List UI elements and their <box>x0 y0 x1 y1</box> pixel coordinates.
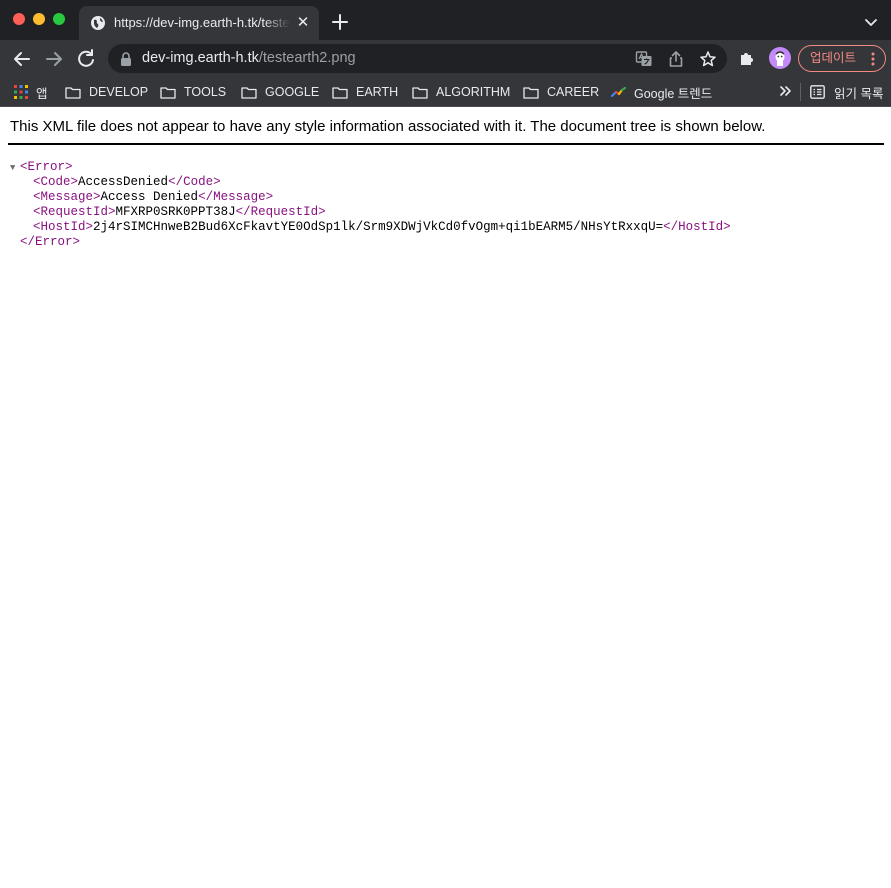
tab-close-icon[interactable]: ✕ <box>294 14 312 32</box>
url-path: /testearth2.png <box>258 50 356 66</box>
xml-element-line: <HostId>2j4rSIMCHnweB2Bud6XcFkavtYE0OdSp… <box>10 220 731 235</box>
active-tab[interactable]: https://dev-img.earth-h.tk/testearth2.pn… <box>79 6 319 40</box>
bookmark-folder-label: ALGORITHM <box>436 85 511 99</box>
bookmark-folder-career[interactable]: CAREER <box>523 82 599 102</box>
reading-list-button[interactable]: 읽기 목록 <box>810 82 883 102</box>
more-bookmarks-chevrons-icon[interactable] <box>779 84 793 98</box>
xml-element-line: <RequestId>MFXRP0SRK0PPT38J</RequestId> <box>10 205 731 220</box>
close-window-button[interactable] <box>13 13 25 25</box>
bookmark-folder-tools[interactable]: TOOLS <box>160 82 226 102</box>
xml-tag-name: Message <box>40 190 94 204</box>
bookmark-folder-label: DEVELOP <box>89 85 149 99</box>
folder-icon <box>332 86 348 99</box>
update-button[interactable]: 업데이트 <box>798 45 886 72</box>
xml-open-root-line: ▼ <Error> <box>10 160 731 175</box>
reload-icon[interactable] <box>74 47 98 71</box>
xml-open-tag: <Error> <box>20 160 73 174</box>
share-icon[interactable] <box>667 50 685 68</box>
bookmark-folder-label: CAREER <box>547 85 600 99</box>
bookmark-folder-label: GOOGLE <box>265 85 320 99</box>
page-content: This XML file does not appear to have an… <box>0 108 891 888</box>
xml-tag-name: Error <box>27 160 66 174</box>
translate-icon[interactable] <box>635 50 653 68</box>
xml-element-line: <Message>Access Denied</Message> <box>10 190 731 205</box>
collapse-triangle-icon[interactable]: ▼ <box>10 161 20 176</box>
bookmarks-bar: 앱 DEVELOP TOOLS GOOGLE EARTH ALGORITHM C… <box>0 77 891 107</box>
xml-tag-name: HostId <box>678 220 724 234</box>
star-bookmark-icon[interactable] <box>699 50 717 68</box>
minimize-window-button[interactable] <box>33 13 45 25</box>
xml-close-tag: </Message> <box>198 190 274 204</box>
xml-open-tag: <Message> <box>33 190 101 204</box>
xml-open-tag: <RequestId> <box>33 205 116 219</box>
avatar-icon <box>775 51 785 66</box>
xml-document-tree: ▼ <Error> <Code>AccessDenied</Code> <Mess… <box>10 160 731 250</box>
xml-close-tag: </Error> <box>20 235 81 249</box>
xml-tag-name: Error <box>35 235 73 249</box>
browser-titlebar: https://dev-img.earth-h.tk/testearth2.pn… <box>0 0 891 40</box>
xml-close-root-line: </Error> <box>10 235 731 250</box>
xml-element-value: MFXRP0SRK0PPT38J <box>115 205 236 219</box>
xml-tag-name: HostId <box>40 220 86 234</box>
bookmark-folder-label: TOOLS <box>184 85 227 99</box>
google-trends-icon <box>611 86 626 98</box>
apps-grid-icon <box>14 85 28 99</box>
xml-tag-name: Code <box>40 175 71 189</box>
xml-element-value: Access Denied <box>100 190 199 204</box>
xml-style-notice: This XML file does not appear to have an… <box>10 118 766 135</box>
folder-icon <box>160 86 176 99</box>
bookmark-google-trends[interactable]: Google 트렌드 <box>611 82 712 102</box>
url-host: dev-img.earth-h.tk <box>142 50 259 66</box>
url-text[interactable]: dev-img.earth-h.tk/testearth2.png <box>142 50 356 67</box>
reading-list-label: 읽기 목록 <box>834 86 884 101</box>
xml-element-value: AccessDenied <box>78 175 169 189</box>
xml-tag-name: Message <box>213 190 266 204</box>
back-arrow-icon[interactable] <box>10 47 34 71</box>
xml-open-tag: <HostId> <box>33 220 94 234</box>
xml-element-value: 2j4rSIMCHnweB2Bud6XcFkavtYE0OdSp1lk/Srm9… <box>93 220 664 234</box>
reading-list-icon <box>810 85 825 99</box>
xml-element-line: <Code>AccessDenied</Code> <box>10 175 731 190</box>
chevron-down-icon[interactable] <box>863 14 879 30</box>
update-button-label: 업데이트 <box>810 51 857 65</box>
browser-toolbar: dev-img.earth-h.tk/testearth2.png 업데이트 <box>0 40 891 77</box>
xml-tag-name: Code <box>183 175 214 189</box>
extensions-puzzle-icon[interactable] <box>738 49 756 67</box>
xml-close-tag: </Code> <box>168 175 221 189</box>
xml-close-tag: </RequestId> <box>235 205 326 219</box>
xml-close-tag: </HostId> <box>663 220 731 234</box>
new-tab-icon[interactable] <box>329 11 351 33</box>
bookmark-folder-algorithm[interactable]: ALGORITHM <box>412 82 510 102</box>
tab-title: https://dev-img.earth-h.tk/testearth2.pn… <box>114 15 290 30</box>
address-bar[interactable]: dev-img.earth-h.tk/testearth2.png <box>108 44 727 73</box>
xml-tag-name: RequestId <box>40 205 109 219</box>
bookmark-folder-google[interactable]: GOOGLE <box>241 82 319 102</box>
xml-tag-name: RequestId <box>250 205 319 219</box>
forward-arrow-icon[interactable] <box>42 47 66 71</box>
folder-icon <box>412 86 428 99</box>
bookmark-apps-label: 앱 <box>36 86 48 101</box>
globe-icon <box>91 16 105 30</box>
bookmark-folder-develop[interactable]: DEVELOP <box>65 82 148 102</box>
folder-icon <box>241 86 257 99</box>
xml-open-tag: <Code> <box>33 175 79 189</box>
profile-avatar[interactable] <box>769 47 791 69</box>
notice-divider <box>8 143 884 145</box>
lock-icon[interactable] <box>120 52 132 66</box>
more-vertical-icon <box>871 52 875 66</box>
folder-icon <box>523 86 539 99</box>
bookmark-folder-earth[interactable]: EARTH <box>332 82 398 102</box>
bookmarks-divider <box>800 83 801 101</box>
maximize-window-button[interactable] <box>53 13 65 25</box>
bookmark-apps[interactable]: 앱 <box>14 82 48 102</box>
bookmark-folder-label: EARTH <box>356 85 399 99</box>
folder-icon <box>65 86 81 99</box>
bookmark-google-trends-label: Google 트렌드 <box>634 86 713 101</box>
